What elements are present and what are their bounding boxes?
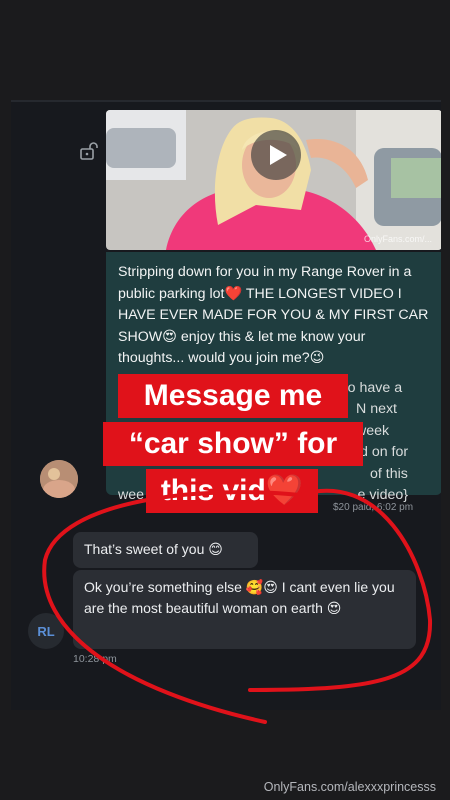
fan-message-time: 10:28 pm — [73, 653, 117, 665]
fan-message-2: Ok you’re something else 🥰😍 I cant even … — [73, 570, 416, 649]
video-watermark: OnlyFans.com/... — [363, 234, 432, 244]
overlay-text-line-3: this vid❤️ — [146, 469, 318, 513]
caption-partial-line-5a: wee — [118, 487, 145, 503]
payment-meta: $20 paid, 6:02 pm — [333, 502, 414, 513]
play-button[interactable] — [251, 130, 301, 180]
fan-message-1: That’s sweet of you 😊 — [73, 532, 258, 568]
top-divider — [11, 100, 441, 102]
video-thumbnail[interactable]: OnlyFans.com/... — [106, 110, 441, 250]
overlay-text-line-2: “car show” for — [103, 422, 363, 466]
creator-avatar-image — [40, 460, 78, 498]
unlock-icon — [80, 142, 98, 160]
creator-avatar[interactable] — [40, 460, 78, 498]
footer-watermark: OnlyFans.com/alexxxprincesss — [263, 780, 436, 794]
post-caption-text: Stripping down for you in my Range Rover… — [118, 264, 429, 366]
fan-avatar[interactable]: RL — [28, 613, 64, 649]
overlay-text-line-1: Message me — [118, 374, 348, 418]
